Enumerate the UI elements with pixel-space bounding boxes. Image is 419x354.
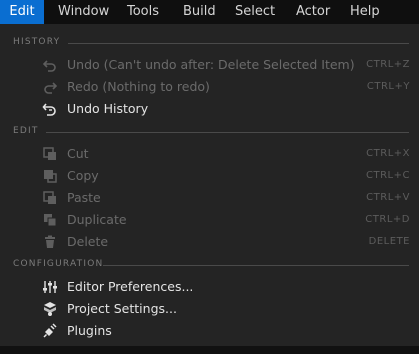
menu-item-label: Undo (Can't undo after: Delete Selected …: [67, 57, 355, 72]
menu-item-label: Undo History: [67, 101, 149, 116]
menu-item-redo[interactable]: Redo (Nothing to redo) CTRL+Y: [0, 76, 419, 98]
menu-item-editor-preferences[interactable]: Editor Preferences...: [0, 276, 419, 298]
menu-item-label: Editor Preferences...: [67, 279, 194, 294]
sliders-icon: [42, 279, 58, 295]
menu-actor[interactable]: Actor: [296, 0, 330, 24]
menu-window[interactable]: Window: [58, 0, 109, 24]
section-divider: [68, 43, 409, 44]
shortcut-label: CTRL+Y: [366, 81, 410, 92]
edit-dropdown-menu: HISTORY Undo (Can't undo after: Delete S…: [0, 24, 419, 346]
menu-help[interactable]: Help: [350, 0, 380, 24]
duplicate-icon: [42, 212, 58, 228]
menu-item-label: Duplicate: [67, 212, 127, 227]
menu-item-label: Copy: [67, 168, 99, 183]
menu-item-cut[interactable]: Cut CTRL+X: [0, 143, 419, 165]
menu-item-copy[interactable]: Copy CTRL+C: [0, 165, 419, 187]
section-edit-label: EDIT: [13, 126, 39, 136]
menu-item-label: Project Settings...: [67, 301, 177, 316]
menu-item-duplicate[interactable]: Duplicate CTRL+D: [0, 209, 419, 231]
menu-item-paste[interactable]: Paste CTRL+V: [0, 187, 419, 209]
plugin-icon: [42, 323, 58, 339]
underlying-editor-strip: [0, 346, 419, 354]
menu-item-label: Delete: [67, 234, 109, 249]
menu-build[interactable]: Build: [183, 0, 216, 24]
section-history-label: HISTORY: [13, 37, 61, 47]
menu-item-delete[interactable]: Delete DELETE: [0, 231, 419, 253]
shortcut-label: DELETE: [368, 236, 410, 247]
trash-icon: [42, 234, 58, 250]
menu-bar: Edit Window Tools Build Select Actor Hel…: [0, 0, 419, 24]
cut-icon: [42, 146, 58, 162]
paste-icon: [42, 190, 58, 206]
undo-icon: [42, 57, 58, 73]
menu-edit[interactable]: Edit: [0, 0, 44, 24]
undo-history-icon: [42, 101, 58, 117]
menu-select[interactable]: Select: [235, 0, 275, 24]
menu-item-label: Paste: [67, 190, 101, 205]
menu-item-undo[interactable]: Undo (Can't undo after: Delete Selected …: [0, 54, 419, 76]
menu-item-label: Plugins: [67, 323, 112, 338]
copy-icon: [42, 168, 58, 184]
shortcut-label: CTRL+C: [366, 170, 410, 181]
menu-item-label: Cut: [67, 146, 89, 161]
menu-tools[interactable]: Tools: [127, 0, 159, 24]
section-configuration-label: CONFIGURATION: [13, 259, 104, 269]
section-divider: [46, 132, 409, 133]
section-divider: [103, 265, 409, 266]
shortcut-label: CTRL+V: [366, 192, 410, 203]
project-settings-icon: [42, 301, 58, 317]
redo-icon: [42, 79, 58, 95]
menu-item-label: Redo (Nothing to redo): [67, 79, 210, 94]
menu-item-plugins[interactable]: Plugins: [0, 320, 419, 342]
menu-item-undo-history[interactable]: Undo History: [0, 98, 419, 120]
shortcut-label: CTRL+Z: [366, 59, 410, 70]
shortcut-label: CTRL+X: [366, 148, 410, 159]
menu-item-project-settings[interactable]: Project Settings...: [0, 298, 419, 320]
shortcut-label: CTRL+D: [365, 214, 410, 225]
